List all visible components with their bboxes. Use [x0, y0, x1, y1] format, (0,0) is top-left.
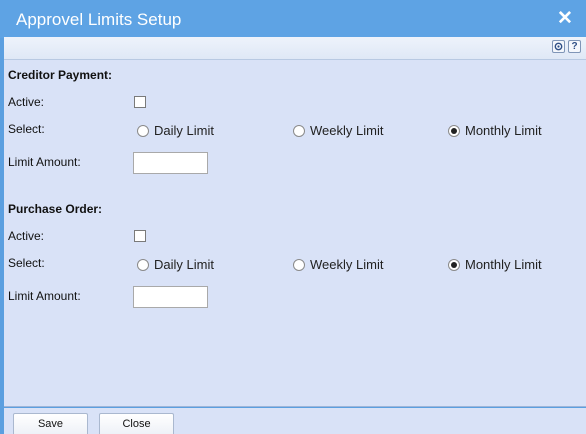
radio-label: Monthly Limit [465, 257, 542, 272]
radio-label: Daily Limit [154, 123, 214, 138]
active-label: Active: [8, 229, 45, 243]
creditor-weekly-limit-radio[interactable]: Weekly Limit [293, 123, 383, 138]
save-button[interactable]: Save [13, 413, 88, 434]
settings-gear-icon[interactable] [552, 40, 565, 53]
section-title-creditor-payment: Creditor Payment: [8, 68, 113, 82]
radio-button-selected[interactable] [448, 258, 460, 271]
radio-label: Weekly Limit [310, 123, 384, 138]
radio-button-selected[interactable] [448, 124, 460, 137]
purchase-active-checkbox[interactable] [134, 230, 146, 242]
radio-label: Weekly Limit [310, 257, 384, 272]
section-title-purchase-order: Purchase Order: [8, 202, 103, 216]
approval-limits-dialog: Approvel Limits Setup ✕ ? Creditor Payme… [0, 0, 586, 434]
radio-label: Monthly Limit [465, 123, 542, 138]
active-label: Active: [8, 95, 45, 109]
help-button[interactable]: ? [568, 40, 581, 53]
window-title: Approvel Limits Setup [16, 10, 182, 29]
radio-button[interactable] [293, 258, 305, 271]
toolbar: ? [4, 37, 586, 60]
button-footer [4, 408, 586, 434]
limit-amount-label: Limit Amount: [8, 289, 81, 303]
radio-button[interactable] [137, 258, 149, 271]
radio-label: Daily Limit [154, 257, 214, 272]
creditor-limit-amount-input[interactable] [133, 152, 208, 174]
select-label: Select: [8, 122, 45, 136]
purchase-daily-limit-radio[interactable]: Daily Limit [137, 257, 214, 272]
purchase-weekly-limit-radio[interactable]: Weekly Limit [293, 257, 383, 272]
close-icon[interactable]: ✕ [557, 9, 573, 29]
title-bar: Approvel Limits Setup ✕ [0, 0, 586, 38]
close-button[interactable]: Close [99, 413, 174, 434]
creditor-active-checkbox[interactable] [134, 96, 146, 108]
radio-button[interactable] [137, 124, 149, 137]
purchase-limit-amount-input[interactable] [133, 286, 208, 308]
purchase-monthly-limit-radio[interactable]: Monthly Limit [448, 257, 542, 272]
creditor-daily-limit-radio[interactable]: Daily Limit [137, 123, 214, 138]
radio-button[interactable] [293, 124, 305, 137]
creditor-monthly-limit-radio[interactable]: Monthly Limit [448, 123, 542, 138]
limit-amount-label: Limit Amount: [8, 155, 81, 169]
select-label: Select: [8, 256, 45, 270]
form-content: Creditor Payment: Active: Select: Daily … [4, 60, 586, 407]
